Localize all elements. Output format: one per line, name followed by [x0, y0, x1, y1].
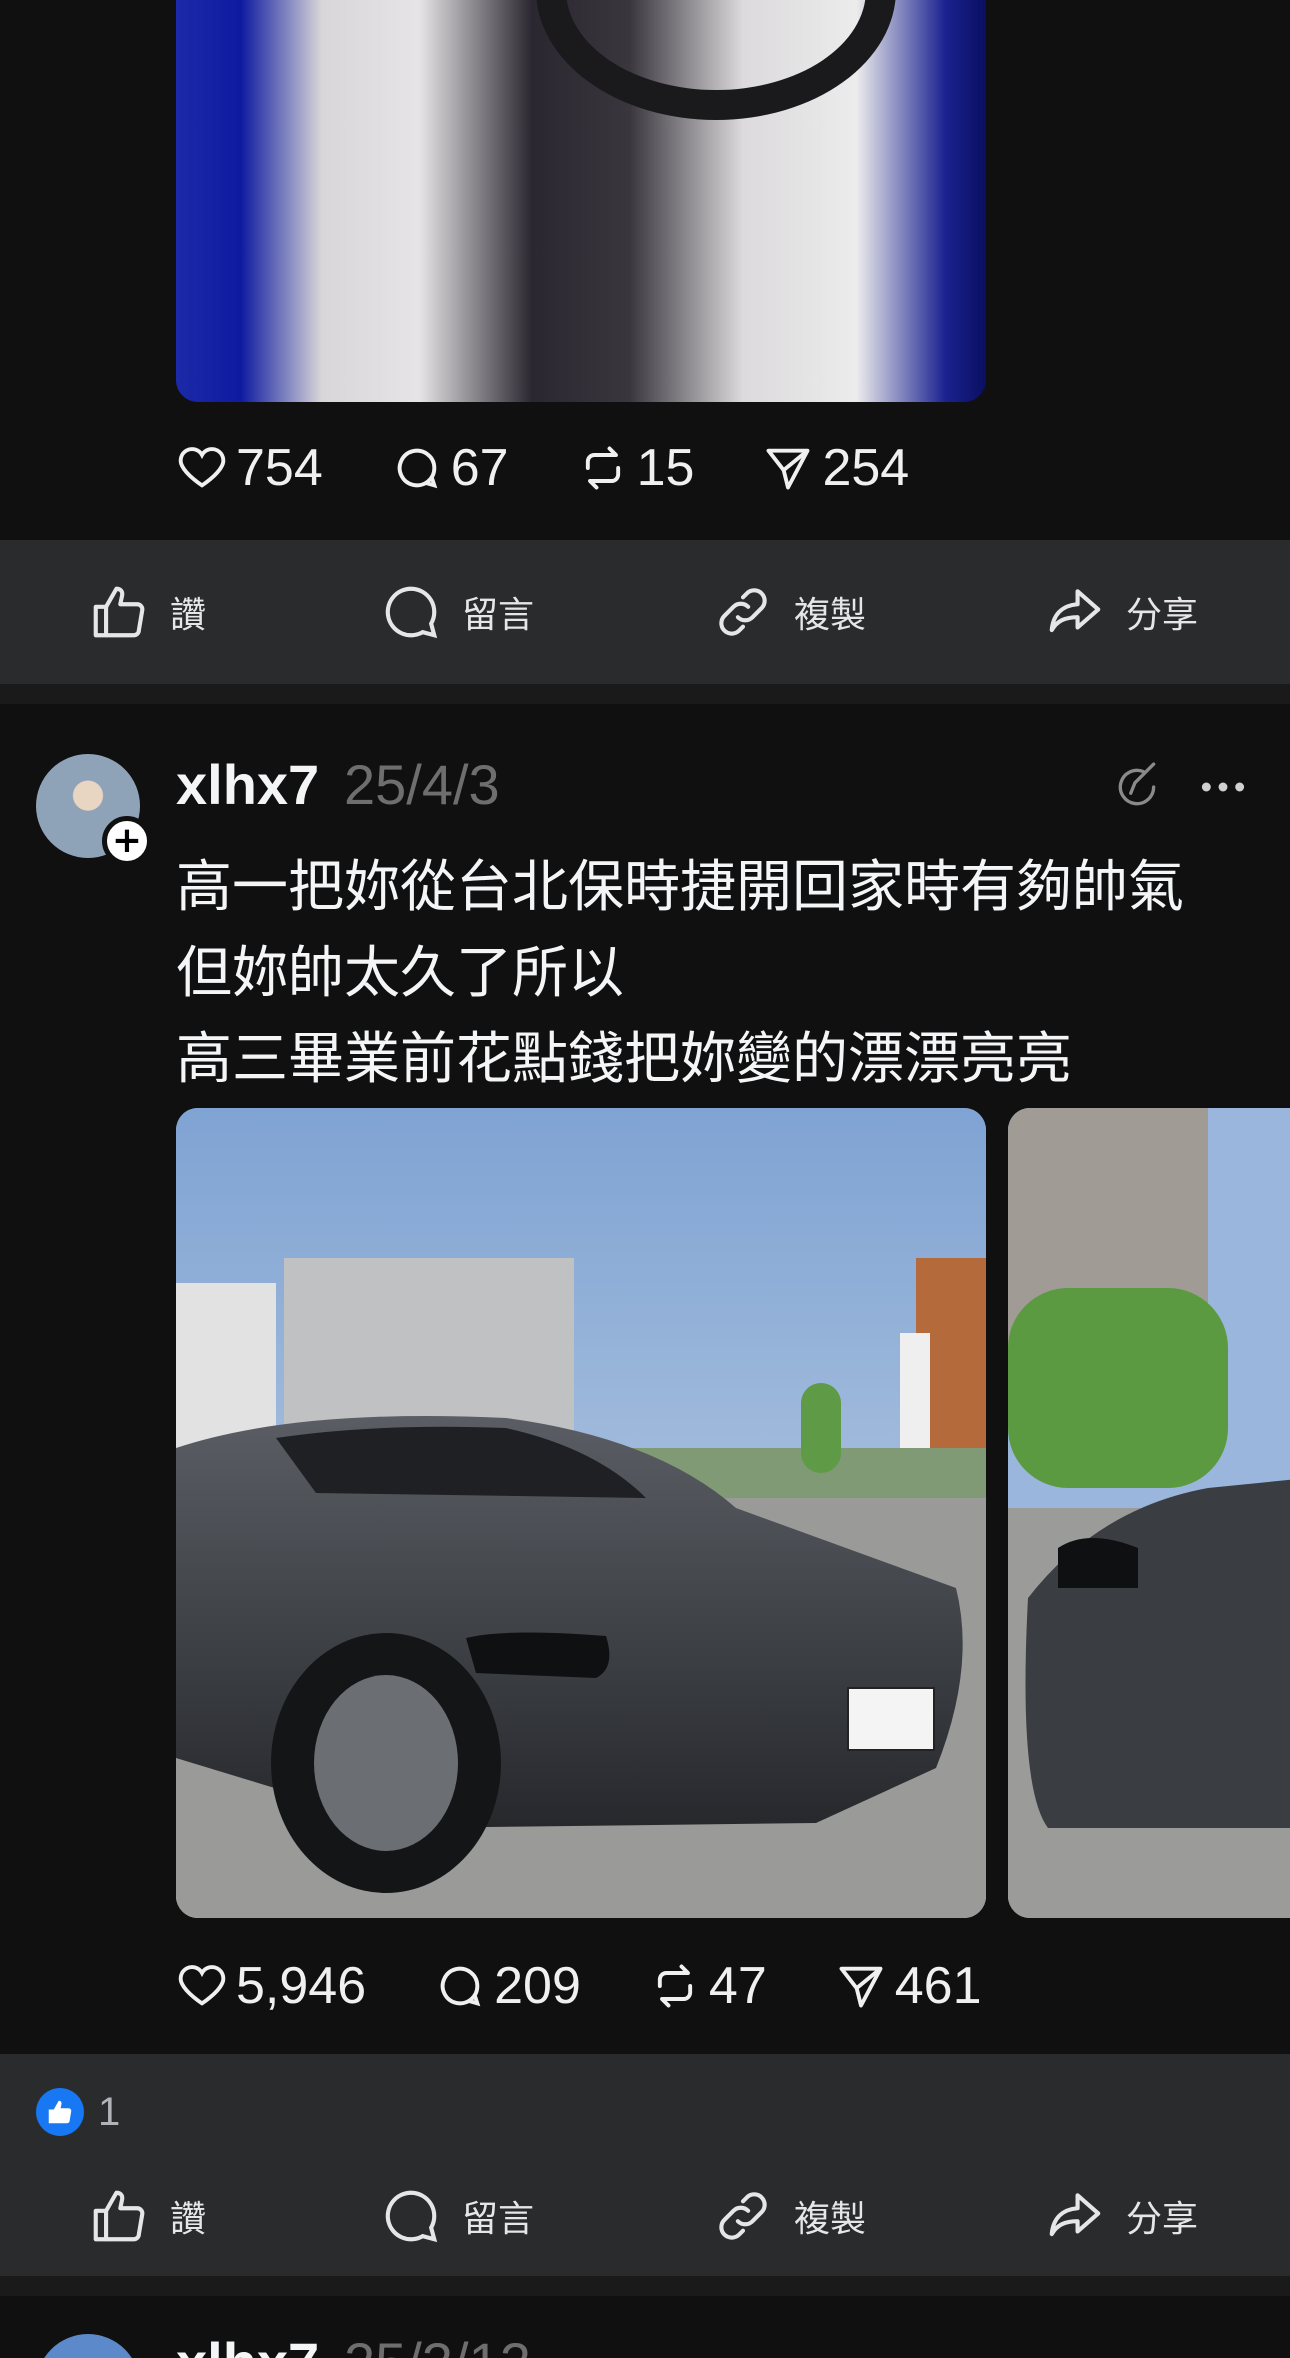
repost-icon [657, 1964, 693, 2008]
reaction-count: 1 [98, 2089, 121, 2134]
separator [0, 684, 1290, 704]
post-text-line-3: 高三畢業前花點錢把妳變的漂漂亮亮 [176, 1027, 1072, 1092]
post-image-2[interactable] [1008, 1108, 1290, 1918]
plus-icon[interactable]: + [102, 816, 152, 866]
action-bar-2-buttons: 讚 留言 複製 分享 [0, 2146, 1290, 2286]
send-icon [767, 448, 810, 490]
post-1-stats: 754 67 15 254 [176, 438, 977, 498]
comment-label: 留言 [462, 2199, 535, 2240]
like-stat[interactable]: 5,946 [176, 1956, 366, 2016]
copy-label: 複製 [794, 2199, 867, 2240]
heart-icon [178, 1965, 226, 2006]
post-date: 25/3/12 [344, 2330, 531, 2358]
thumbs-up-icon [93, 586, 145, 638]
send-icon [839, 1966, 883, 2008]
like-stat[interactable]: 754 [176, 438, 323, 498]
link-icon [719, 588, 767, 636]
action-bar-1-buttons: 讚 留言 複製 分享 [0, 540, 1290, 684]
repost-count: 47 [708, 1957, 767, 2015]
post-date: 25/4/3 [344, 753, 500, 816]
car-photo-1 [176, 1108, 986, 1918]
post-1-video[interactable] [176, 0, 986, 402]
edit-icon[interactable] [1112, 762, 1162, 812]
like-count: 754 [236, 439, 323, 497]
avatar[interactable]: + [36, 754, 152, 866]
like-button[interactable]: 讚 [88, 540, 206, 684]
share-button[interactable]: 分享 [1044, 2146, 1198, 2286]
chat-bubble-icon [385, 586, 438, 639]
comment-icon [440, 1966, 481, 2007]
comment-icon [397, 448, 438, 489]
post-2-stats: 5,946 209 47 461 [176, 1956, 1050, 2016]
copy-button[interactable]: 複製 [712, 2146, 866, 2286]
post-text-line-1: 高一把妳從台北保時捷開回家時有夠帥氣 [176, 855, 1184, 920]
share-count: 461 [894, 1957, 982, 2015]
username[interactable]: xlhx7 [176, 2330, 319, 2358]
separator [0, 2276, 1290, 2296]
like-reaction-icon [36, 2088, 84, 2136]
post-text-line-2: 但妳帥太久了所以 [176, 941, 624, 1006]
like-label: 讚 [170, 2199, 207, 2240]
comment-count: 67 [450, 439, 509, 497]
like-label: 讚 [170, 595, 207, 636]
share-button[interactable]: 分享 [1044, 540, 1198, 684]
comment-button[interactable]: 留言 [380, 540, 534, 684]
repost-stat[interactable]: 15 [577, 438, 695, 498]
comment-stat[interactable]: 209 [434, 1956, 581, 2016]
thumbs-up-icon [93, 2190, 145, 2242]
share-arrow-icon [1049, 2193, 1101, 2237]
more-icon[interactable] [1198, 770, 1248, 804]
copy-button[interactable]: 複製 [712, 540, 866, 684]
share-label: 分享 [1126, 595, 1199, 636]
steering-wheel [536, 0, 896, 120]
like-button[interactable]: 讚 [88, 2146, 206, 2286]
heart-icon [178, 447, 226, 488]
share-stat[interactable]: 254 [762, 438, 909, 498]
post-image-1[interactable] [176, 1108, 986, 1918]
comment-count: 209 [494, 1957, 581, 2015]
share-stat[interactable]: 461 [835, 1956, 982, 2016]
comment-label: 留言 [462, 595, 535, 636]
repost-stat[interactable]: 47 [649, 1956, 767, 2016]
chat-bubble-icon [385, 2190, 438, 2243]
comment-stat[interactable]: 67 [391, 438, 509, 498]
share-count: 254 [822, 439, 910, 497]
link-icon [719, 2192, 767, 2240]
username[interactable]: xlhx7 [176, 752, 319, 817]
car-photo-2 [1008, 1108, 1290, 1918]
reaction-summary[interactable]: 1 [36, 2088, 120, 2136]
comment-button[interactable]: 留言 [380, 2146, 534, 2286]
repost-icon [585, 446, 620, 490]
share-arrow-icon [1049, 589, 1101, 633]
copy-label: 複製 [794, 595, 867, 636]
share-label: 分享 [1126, 2199, 1199, 2240]
like-count: 5,946 [236, 1957, 367, 2015]
repost-count: 15 [636, 439, 695, 497]
